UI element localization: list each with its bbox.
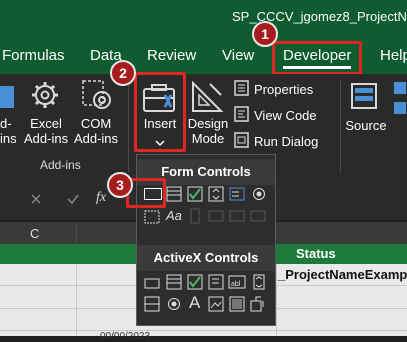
form-combo-drop-icon[interactable] [250, 208, 266, 229]
insert-function-button[interactable]: fx [96, 190, 106, 206]
com-addins-button[interactable]: COM Add-ins [72, 116, 120, 146]
activex-option-button-icon[interactable] [167, 297, 181, 316]
properties-icon [234, 80, 250, 101]
cancel-icon[interactable] [30, 192, 42, 210]
activex-image-icon[interactable] [208, 296, 224, 317]
gear-icon [28, 79, 62, 116]
tab-help[interactable]: Help [380, 47, 407, 64]
project-name-cell[interactable]: _ProjectNameExamp [278, 267, 407, 282]
activex-combo-box-icon[interactable] [166, 274, 182, 295]
properties-button[interactable]: Properties [254, 82, 313, 97]
design-mode-icon [190, 80, 224, 119]
activex-command-button-icon[interactable] [144, 276, 160, 295]
row-gridline [0, 330, 407, 331]
activex-text-box-icon[interactable]: abl [228, 274, 246, 295]
status-column-header[interactable]: Status [296, 246, 336, 261]
tab-formulas[interactable]: Formulas [2, 47, 65, 64]
source-button[interactable]: Source [344, 118, 388, 133]
date-cell[interactable]: 00/00/2023 [100, 331, 150, 342]
activex-more-controls-icon[interactable] [250, 296, 266, 317]
step-badge-2: 2 [110, 60, 136, 86]
form-spin-button-icon[interactable] [208, 186, 224, 207]
xml-map-icon [394, 82, 407, 137]
highlight-insert-button [134, 72, 186, 152]
svg-text:abl: abl [231, 281, 241, 288]
form-text-field-icon[interactable] [208, 208, 224, 229]
form-list-box-icon[interactable] [229, 186, 245, 207]
tab-view[interactable]: View [222, 47, 254, 64]
activex-checkbox-icon[interactable] [187, 274, 203, 295]
form-group-box-icon[interactable] [144, 208, 160, 229]
view-code-button[interactable]: View Code [254, 108, 317, 123]
activex-controls-header: ActiveX Controls [137, 245, 275, 271]
activex-toggle-button-icon[interactable] [229, 296, 245, 317]
form-combo-list-icon[interactable] [229, 208, 245, 229]
step-badge-1: 1 [252, 21, 278, 47]
column-gridline [76, 264, 77, 336]
column-gridline [276, 264, 277, 336]
enter-icon[interactable] [66, 192, 80, 210]
view-code-icon [234, 106, 250, 127]
run-dialog-icon [234, 132, 250, 153]
group-separator [340, 80, 341, 172]
xml-source-icon [348, 80, 388, 119]
activex-list-box-icon[interactable] [208, 274, 224, 295]
addins-group-label: Add-ins [40, 158, 81, 172]
form-scroll-bar-icon[interactable] [187, 208, 203, 229]
column-divider [76, 222, 77, 244]
addins-partial-label[interactable]: d- ins [0, 116, 17, 146]
form-label-icon[interactable]: Aa [166, 208, 182, 223]
column-header-c[interactable]: C [30, 226, 39, 241]
run-dialog-button[interactable]: Run Dialog [254, 134, 318, 149]
form-checkbox-icon[interactable] [187, 186, 203, 207]
design-mode-button[interactable]: Design Mode [186, 116, 230, 146]
tab-review[interactable]: Review [147, 47, 196, 64]
group-separator [128, 80, 129, 172]
form-option-button-icon[interactable] [252, 187, 266, 206]
com-addins-icon [80, 78, 114, 117]
addins-icon [0, 78, 18, 119]
highlight-developer-tab [272, 41, 362, 75]
step-badge-3: 3 [107, 172, 133, 198]
excel-addins-button[interactable]: Excel Add-ins [24, 116, 68, 146]
activex-label-icon[interactable]: A [189, 293, 200, 313]
activex-spin-button-icon[interactable] [144, 296, 160, 317]
form-combo-box-icon[interactable] [166, 186, 182, 207]
activex-scroll-bar-icon[interactable] [252, 274, 266, 295]
